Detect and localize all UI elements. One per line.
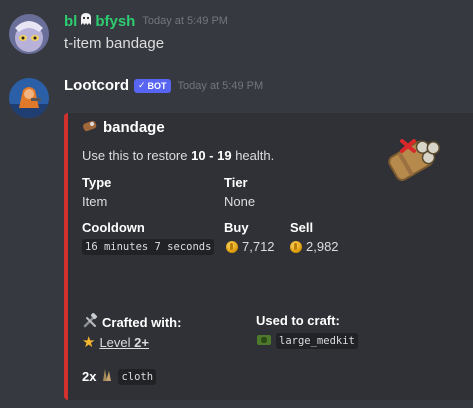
item-thumbnail	[380, 127, 444, 196]
cloth-code: cloth	[118, 368, 157, 385]
field-tier-value: None	[224, 194, 256, 209]
ingredient-line: 2x cloth	[82, 368, 157, 385]
coin-icon	[226, 240, 238, 253]
ghost-emoji-icon	[79, 12, 93, 30]
hammer-wrench-icon	[82, 312, 98, 332]
checkmark-icon: ✓	[138, 80, 146, 90]
username[interactable]: bl bfysh	[64, 12, 135, 30]
bot-badge: ✓ BOT	[134, 78, 171, 93]
embed-title: bandage	[82, 118, 165, 137]
field-sell-value: 2,982	[290, 239, 339, 254]
field-buy-name: Buy	[224, 220, 249, 235]
message-header: bl bfysh Today at 5:49 PM	[64, 12, 228, 30]
medkit-code: large_medkit	[276, 333, 358, 349]
embed-description: Use this to restore 10 - 19 health.	[82, 148, 275, 163]
timestamp: Today at 5:49 PM	[177, 79, 264, 92]
field-tier-name: Tier	[224, 175, 248, 190]
bandage-emoji-icon	[82, 118, 97, 137]
star-icon: ★	[82, 334, 96, 351]
field-crafted-name: Crafted with:	[82, 312, 181, 332]
message-text: t-item bandage	[64, 35, 165, 52]
field-sell-name: Sell	[290, 220, 314, 235]
field-type-value: Item	[82, 194, 108, 209]
message-user: bl bfysh Today at 5:49 PM t-item bandage	[0, 0, 473, 70]
bot-avatar[interactable]	[9, 78, 49, 118]
timestamp: Today at 5:49 PM	[142, 15, 228, 27]
cooldown-code: 16 minutes 7 seconds	[82, 239, 215, 255]
medkit-icon	[256, 333, 272, 349]
item-embed: bandage Use this to restore 10 - 19 heal…	[64, 113, 473, 400]
coin-icon	[290, 240, 302, 253]
field-used-name: Used to craft:	[256, 313, 340, 328]
field-cooldown-value: 16 minutes 7 seconds	[82, 239, 215, 255]
field-cooldown-name: Cooldown	[82, 220, 145, 235]
field-type-name: Type	[82, 175, 112, 190]
message-header: Lootcord ✓ BOT Today at 5:49 PM	[64, 77, 263, 94]
field-used-value: large_medkit	[256, 333, 358, 349]
username[interactable]: Lootcord	[64, 77, 129, 94]
level-link[interactable]: Level 2+	[99, 335, 149, 350]
cloth-icon	[100, 368, 114, 385]
field-buy-value: 7,712	[226, 239, 275, 254]
ingredient-qty: 2x	[82, 369, 97, 384]
user-avatar[interactable]	[9, 14, 49, 54]
field-crafted-value: ★ Level 2+	[82, 333, 149, 351]
